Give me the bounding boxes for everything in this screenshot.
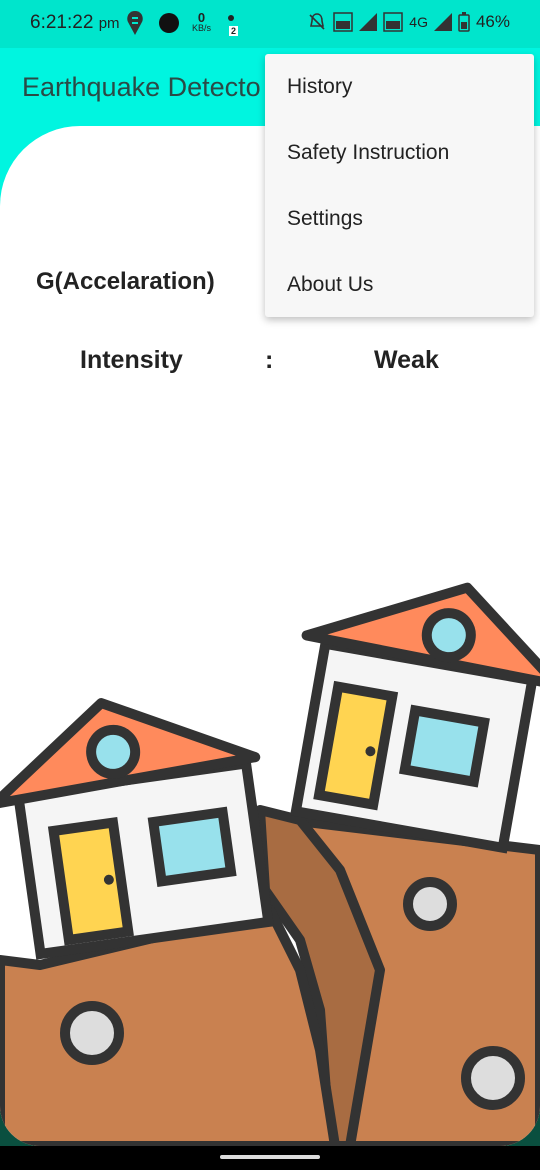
earthquake-illustration bbox=[0, 582, 540, 1146]
dot-icon bbox=[228, 15, 235, 21]
system-nav-bar bbox=[0, 1146, 540, 1170]
intensity-separator: : bbox=[265, 346, 274, 374]
menu-item-history[interactable]: History bbox=[265, 54, 534, 120]
intensity-label: Intensity bbox=[80, 346, 183, 374]
app-title: Earthquake Detecto bbox=[22, 72, 261, 102]
status-right-icons: 4G 46% bbox=[307, 12, 510, 32]
status-ampm: pm bbox=[98, 15, 120, 32]
menu-item-about-us[interactable]: About Us bbox=[265, 252, 534, 318]
menu-item-settings[interactable]: Settings bbox=[265, 186, 534, 252]
battery-icon bbox=[458, 12, 470, 32]
signal-icon bbox=[359, 13, 378, 31]
notif-badge: 2 bbox=[229, 26, 239, 36]
status-time-value: 6:21:22 bbox=[30, 12, 94, 33]
mute-bell-icon bbox=[309, 13, 325, 30]
swiggy-icon bbox=[127, 11, 143, 35]
circle-icon bbox=[159, 13, 179, 33]
g-acceleration-label: G(Accelaration) bbox=[36, 268, 215, 295]
battery-level: 46% bbox=[475, 12, 510, 31]
signal-icon-2 bbox=[433, 13, 452, 31]
speed-unit: KB/s bbox=[192, 23, 212, 33]
status-bar: 6:21:22 pm 0 KB/s 2 4G 46% bbox=[0, 0, 540, 48]
network-type: 4G bbox=[409, 14, 428, 30]
volte-icon bbox=[333, 12, 354, 32]
volte-icon-2 bbox=[383, 12, 404, 32]
dot-icon-wrap: 2 bbox=[223, 10, 239, 36]
intensity-value: Weak bbox=[374, 346, 439, 374]
status-left-icons: 0 KB/s 2 bbox=[124, 10, 239, 36]
speed-value: 0 bbox=[197, 10, 206, 25]
status-time: 6:21:22 pm bbox=[30, 12, 120, 34]
speed-indicator: 0 KB/s bbox=[192, 10, 212, 33]
overflow-menu: History Safety Instruction Settings Abou… bbox=[265, 54, 534, 317]
home-gesture-pill[interactable] bbox=[220, 1155, 320, 1159]
menu-item-safety-instruction[interactable]: Safety Instruction bbox=[265, 120, 534, 186]
